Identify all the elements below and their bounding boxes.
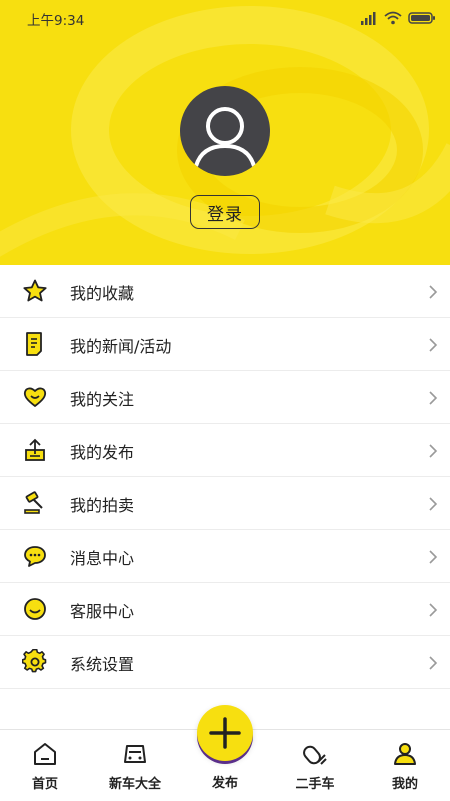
gear-icon — [22, 649, 47, 673]
publish-label[interactable]: 发布 — [180, 772, 270, 791]
menu-item-label: 系统设置 — [70, 655, 135, 674]
plus-icon — [209, 717, 241, 749]
nav-label: 我的 — [391, 777, 418, 792]
document-icon — [26, 332, 42, 356]
chevron-right-icon — [429, 338, 438, 352]
menu-item-label: 客服中心 — [70, 602, 135, 621]
menu-item-label: 我的发布 — [70, 443, 135, 462]
profile-header: 上午9:34 登录 — [0, 0, 450, 265]
nav-label: 首页 — [31, 777, 58, 792]
signal-icon — [361, 12, 376, 25]
chevron-right-icon — [429, 550, 438, 564]
profile-menu: 我的收藏 我的新闻/活动 我的关注 我的发布 我的拍卖 消息中心 客服中心 系统… — [0, 265, 450, 689]
menu-item-label: 消息中心 — [70, 549, 135, 568]
menu-item-label: 我的拍卖 — [70, 496, 135, 515]
chevron-right-icon — [429, 603, 438, 617]
tag-icon — [303, 745, 327, 765]
nav-new-cars[interactable]: 新车大全 — [90, 730, 180, 801]
menu-item-following[interactable]: 我的关注 — [0, 371, 450, 424]
menu-item-message-center[interactable]: 消息中心 — [0, 530, 450, 583]
heart-icon — [23, 387, 47, 407]
status-bar: 上午9:34 — [0, 0, 450, 36]
status-time: 上午9:34 — [27, 13, 85, 29]
wifi-icon — [384, 11, 402, 25]
upload-icon — [25, 438, 45, 461]
home-icon — [34, 743, 56, 765]
chevron-right-icon — [429, 391, 438, 405]
nav-home[interactable]: 首页 — [0, 730, 90, 801]
gavel-icon — [24, 491, 43, 514]
nav-mine[interactable]: 我的 — [360, 730, 450, 801]
menu-item-label: 我的新闻/活动 — [70, 337, 172, 356]
menu-item-label: 我的收藏 — [70, 284, 135, 303]
nav-label: 新车大全 — [108, 777, 161, 792]
chevron-right-icon — [429, 285, 438, 299]
menu-item-auctions[interactable]: 我的拍卖 — [0, 477, 450, 530]
chevron-right-icon — [429, 497, 438, 511]
publish-button[interactable] — [197, 705, 253, 761]
car-icon — [124, 745, 146, 763]
menu-item-my-posts[interactable]: 我的发布 — [0, 424, 450, 477]
status-icons — [360, 9, 436, 27]
chevron-right-icon — [429, 656, 438, 670]
menu-item-settings[interactable]: 系统设置 — [0, 636, 450, 689]
user-icon — [394, 743, 416, 765]
nav-label: 二手车 — [295, 777, 335, 792]
avatar[interactable] — [180, 86, 270, 176]
menu-item-label: 我的关注 — [70, 390, 135, 409]
menu-item-news-activities[interactable]: 我的新闻/活动 — [0, 318, 450, 371]
menu-item-customer-service[interactable]: 客服中心 — [0, 583, 450, 636]
user-avatar-icon — [194, 107, 256, 167]
smile-icon — [24, 598, 46, 620]
chat-bubble-icon — [24, 546, 46, 567]
battery-icon — [408, 12, 435, 24]
menu-item-favorites[interactable]: 我的收藏 — [0, 265, 450, 318]
chevron-right-icon — [429, 444, 438, 458]
nav-used-cars[interactable]: 二手车 — [270, 730, 360, 801]
star-icon — [23, 279, 47, 302]
login-button[interactable]: 登录 — [190, 195, 260, 229]
